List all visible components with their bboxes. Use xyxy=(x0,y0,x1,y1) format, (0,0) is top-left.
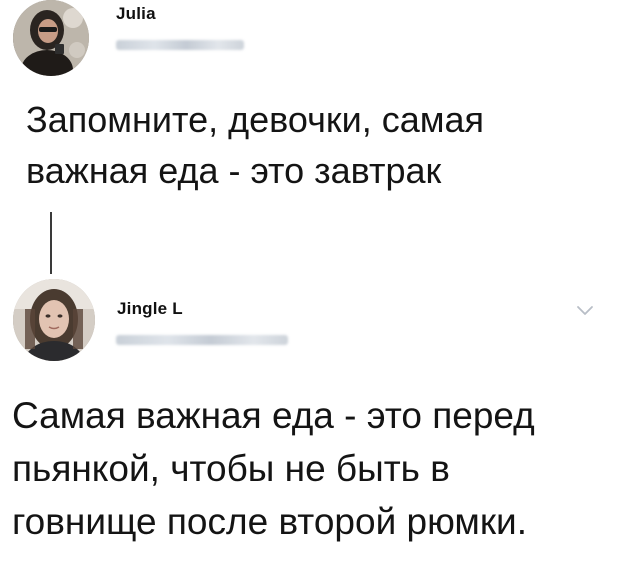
author-handle-blurred xyxy=(116,335,288,345)
thread-connector-line xyxy=(50,212,52,274)
chevron-down-icon[interactable] xyxy=(575,304,595,318)
avatar-julia-image xyxy=(13,0,89,76)
tweet-reply: Jingle L Самая важная еда - это перед пь… xyxy=(0,278,640,563)
avatar-jingle-image xyxy=(13,279,95,361)
author-handle-blurred xyxy=(116,40,244,50)
avatar[interactable] xyxy=(13,0,89,76)
author-name[interactable]: Jingle L xyxy=(117,299,183,319)
author-name[interactable]: Julia xyxy=(116,4,156,24)
tweet-original: Julia Запомните, девочки, самая важная е… xyxy=(0,0,640,280)
tweet-text: Самая важная еда - это перед пьянкой, чт… xyxy=(12,395,535,542)
avatar[interactable] xyxy=(13,279,95,361)
tweet-text: Запомните, девочки, самая важная еда - э… xyxy=(26,99,485,191)
